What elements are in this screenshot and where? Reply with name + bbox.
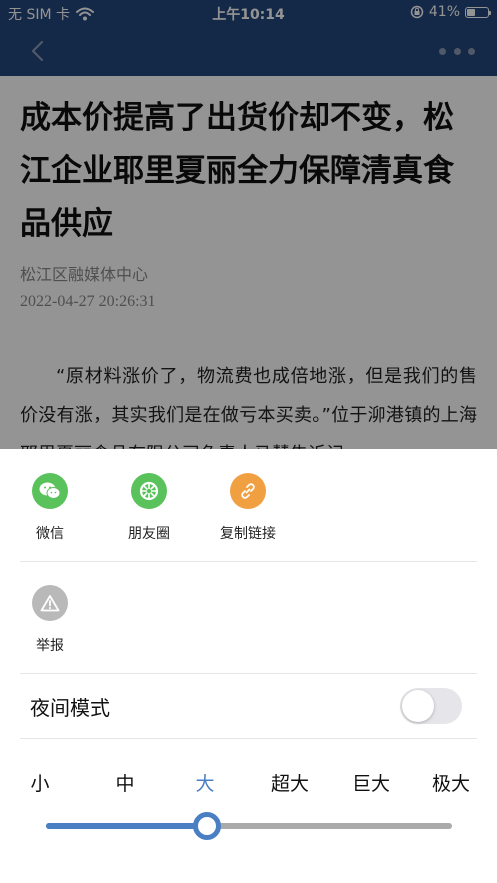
share-options-row: 微信 朋友圈 复制链接 [0,449,497,561]
font-size-option-0[interactable]: 小 [30,769,49,796]
share-moments-label: 朋友圈 [128,526,170,542]
divider [20,561,477,562]
font-size-option-2[interactable]: 大 [195,769,214,796]
font-size-option-4[interactable]: 巨大 [352,769,390,796]
warning-icon [32,585,68,621]
share-wechat-label: 微信 [36,526,64,542]
font-size-option-3[interactable]: 超大 [271,769,309,796]
share-wechat-button[interactable]: 微信 [10,473,90,543]
slider-fill [46,823,207,829]
copy-link-button[interactable]: 复制链接 [208,473,288,543]
font-size-option-1[interactable]: 中 [115,769,134,796]
share-sheet: 微信 朋友圈 复制链接 举报 夜间模式 小 中 大 超大 巨大 极大 [0,449,497,883]
copy-link-label: 复制链接 [220,526,276,542]
share-moments-button[interactable]: 朋友圈 [109,473,189,543]
toggle-knob [402,690,434,722]
wechat-icon [32,473,68,509]
report-button[interactable]: 举报 [10,585,90,655]
night-mode-row: 夜间模式 [0,674,497,738]
font-size-options: 小 中 大 超大 巨大 极大 [0,769,497,799]
night-mode-toggle[interactable] [400,688,462,724]
link-icon [230,473,266,509]
moments-icon [131,473,167,509]
font-size-slider[interactable] [46,812,452,840]
slider-thumb[interactable] [193,812,221,840]
divider [20,738,477,739]
night-mode-label: 夜间模式 [30,696,110,720]
report-label: 举报 [36,638,64,654]
font-size-option-5[interactable]: 极大 [432,769,470,796]
